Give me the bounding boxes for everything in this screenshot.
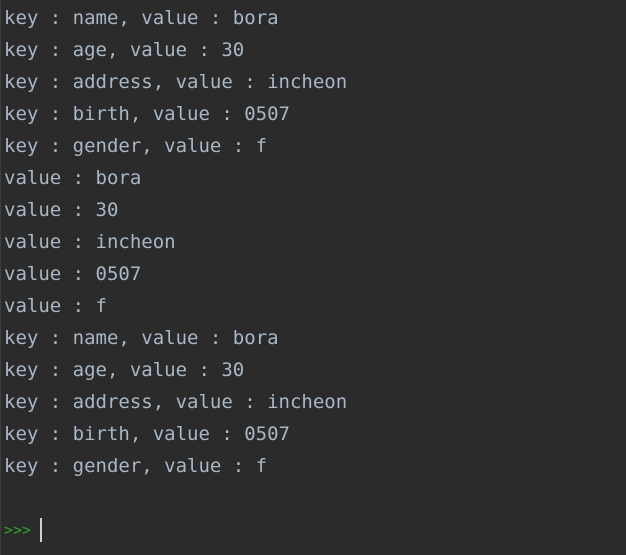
output-line: key : gender, value : f xyxy=(4,135,268,157)
output-line: value : 0507 xyxy=(4,263,142,285)
text-cursor xyxy=(40,518,43,542)
output-line: key : birth, value : 0507 xyxy=(4,103,290,125)
output-line: key : age, value : 30 xyxy=(4,359,245,381)
console-output: key : name, value : bora key : age, valu… xyxy=(4,4,347,484)
console-prompt: >>> xyxy=(4,521,32,539)
output-line: key : gender, value : f xyxy=(4,455,268,477)
output-line: value : incheon xyxy=(4,231,176,253)
console-input-row[interactable]: >>> xyxy=(4,515,43,545)
output-line: key : birth, value : 0507 xyxy=(4,423,290,445)
output-line: key : name, value : bora xyxy=(4,327,279,349)
output-line: key : name, value : bora xyxy=(4,7,279,29)
output-line: value : bora xyxy=(4,167,142,189)
output-line: key : address, value : incheon xyxy=(4,71,348,93)
python-console: key : name, value : bora key : age, valu… xyxy=(0,0,626,555)
output-line: value : f xyxy=(4,295,107,317)
output-line: value : 30 xyxy=(4,199,119,221)
output-line: key : address, value : incheon xyxy=(4,391,348,413)
output-line: key : age, value : 30 xyxy=(4,39,245,61)
